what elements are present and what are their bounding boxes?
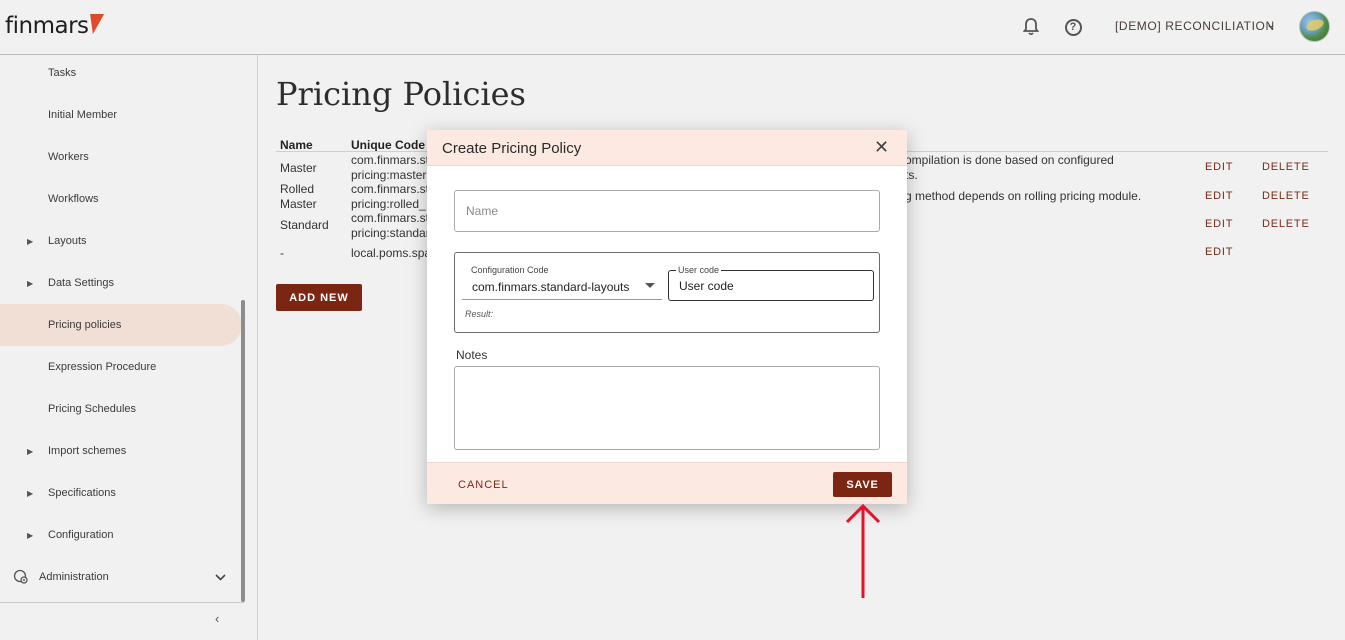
annotation-arrow-icon: [845, 503, 881, 598]
close-icon[interactable]: ✕: [874, 137, 889, 158]
configuration-code-select[interactable]: Configuration Code com.finmars.standard-…: [462, 265, 662, 300]
dialog-title: Create Pricing Policy: [442, 140, 582, 157]
user-code-group: Configuration Code com.finmars.standard-…: [454, 252, 880, 333]
notes-textarea[interactable]: [454, 366, 880, 450]
user-code-label: User code: [676, 265, 722, 275]
configuration-code-value: com.finmars.standard-layouts: [472, 280, 630, 294]
name-input[interactable]: Name: [454, 190, 880, 232]
dialog-footer: CANCEL SAVE: [427, 462, 907, 504]
result-label: Result:: [465, 309, 494, 319]
save-button[interactable]: SAVE: [833, 472, 892, 497]
configuration-code-label: Configuration Code: [469, 265, 551, 275]
cancel-button[interactable]: CANCEL: [458, 479, 509, 491]
create-pricing-policy-dialog: Create Pricing Policy ✕ Name Configurati…: [427, 130, 907, 504]
notes-label: Notes: [456, 348, 488, 362]
user-code-value: User code: [679, 279, 734, 293]
user-code-input[interactable]: User code User code: [668, 265, 874, 301]
dialog-header: Create Pricing Policy ✕: [427, 130, 907, 166]
dropdown-arrow-icon: [645, 283, 655, 288]
